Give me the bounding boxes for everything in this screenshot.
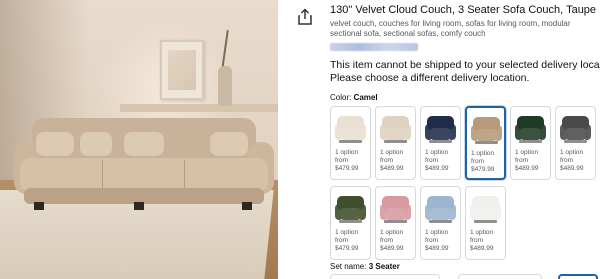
- color-swatch-white[interactable]: 1 option from $489.99: [465, 186, 506, 260]
- color-swatch-camel[interactable]: 1 option from $479.99: [465, 106, 506, 180]
- set-option[interactable]: [458, 274, 542, 279]
- swatch-price: $489.99: [515, 165, 539, 172]
- color-swatch-navy[interactable]: 1 option from $489.99: [420, 106, 461, 180]
- swatch-from-label: from: [515, 157, 528, 164]
- swatch-from-label: from: [425, 157, 438, 164]
- swatch-option-text: 1 option from: [471, 150, 494, 166]
- product-keywords: velvet couch, couches for living room, s…: [330, 19, 571, 38]
- wall-art: [160, 40, 204, 100]
- delivery-line-1: This item cannot be shipped to your sele…: [330, 59, 600, 71]
- swatch-price: $489.99: [425, 245, 449, 252]
- selected-color: Camel: [353, 93, 378, 102]
- sofa-seat: [20, 158, 268, 192]
- swatch-chair-image: [471, 117, 502, 144]
- swatch-option-text: 1 option from: [515, 149, 538, 165]
- swatch-option-count: 1 option: [380, 229, 404, 236]
- swatch-chair-image: [560, 116, 591, 143]
- swatch-from-label: from: [471, 158, 484, 165]
- color-swatch-pink[interactable]: 1 option from $489.99: [375, 186, 416, 260]
- swatch-option-count: 1 option: [425, 229, 449, 236]
- sofa-pillow: [80, 132, 112, 156]
- vase: [218, 66, 232, 106]
- swatch-from-label: from: [380, 157, 393, 164]
- sofa-illustration: [14, 118, 274, 218]
- swatch-price: $479.99: [471, 166, 495, 173]
- color-swatch-olive[interactable]: 1 option from $479.99: [330, 186, 371, 260]
- swatch-option-text: 1 option from: [335, 229, 358, 245]
- shelf: [120, 104, 278, 112]
- sofa-pillow: [36, 132, 74, 156]
- swatch-chair-image: [470, 196, 501, 223]
- swatch-option-text: 1 option from: [425, 149, 448, 165]
- color-swatch-cream[interactable]: 1 option from $479.99: [330, 106, 371, 180]
- delivery-line-2: Please choose a different delivery locat…: [330, 72, 530, 84]
- sofa-leg: [242, 202, 252, 210]
- store-link-redacted[interactable]: [330, 43, 418, 51]
- color-label: Color:: [330, 93, 352, 102]
- color-swatch-gray[interactable]: 1 option from $489.99: [555, 106, 596, 180]
- swatch-option-text: 1 option from: [425, 229, 448, 245]
- swatch-price: $479.99: [335, 165, 359, 172]
- swatch-option-count: 1 option: [335, 149, 359, 156]
- swatch-chair-image: [335, 116, 366, 143]
- set-name-row: Set name: 3 Seater: [330, 262, 400, 271]
- product-title: 130" Velvet Cloud Couch, 3 Seater Sofa C…: [330, 4, 597, 16]
- sofa-leg: [134, 202, 144, 210]
- color-label-row: Color: Camel: [330, 93, 600, 102]
- color-swatch-beige[interactable]: 1 option from $489.99: [375, 106, 416, 180]
- swatch-chair-image: [380, 196, 411, 223]
- swatch-from-label: from: [380, 237, 393, 244]
- swatch-from-label: from: [335, 157, 348, 164]
- swatch-option-count: 1 option: [380, 149, 404, 156]
- set-name-options: [330, 274, 600, 279]
- swatch-from-label: from: [470, 237, 483, 244]
- swatch-chair-image: [380, 116, 411, 143]
- sofa-seam: [184, 160, 185, 188]
- swatch-from-label: from: [335, 237, 348, 244]
- sofa-pillow: [124, 132, 164, 156]
- swatch-price: $489.99: [425, 165, 449, 172]
- swatch-option-count: 1 option: [471, 150, 495, 157]
- swatch-option-text: 1 option from: [470, 229, 493, 245]
- sofa-leg: [34, 202, 44, 210]
- set-option[interactable]: [330, 274, 440, 279]
- swatch-chair-image: [425, 116, 456, 143]
- delivery-warning: This item cannot be shipped to your sele…: [330, 59, 600, 85]
- set-name-label: Set name:: [330, 262, 367, 271]
- swatch-price: $489.99: [380, 165, 404, 172]
- product-main-image[interactable]: [0, 0, 278, 279]
- swatch-option-text: 1 option from: [560, 149, 583, 165]
- swatch-price: $479.99: [335, 245, 359, 252]
- swatch-price: $489.99: [560, 165, 584, 172]
- set-option-selected[interactable]: [558, 274, 598, 279]
- share-icon[interactable]: [296, 8, 314, 26]
- swatch-option-count: 1 option: [515, 149, 539, 156]
- sofa-pillow: [210, 132, 248, 156]
- swatch-option-count: 1 option: [335, 229, 359, 236]
- swatch-price: $489.99: [380, 245, 404, 252]
- swatch-chair-image: [515, 116, 546, 143]
- swatch-option-count: 1 option: [425, 149, 449, 156]
- swatch-chair-image: [425, 196, 456, 223]
- swatch-option-text: 1 option from: [335, 149, 358, 165]
- sofa-seam: [102, 160, 103, 188]
- swatch-chair-image: [335, 196, 366, 223]
- swatch-option-count: 1 option: [470, 229, 494, 236]
- swatch-price: $489.99: [470, 245, 494, 252]
- sofa-base: [24, 188, 264, 204]
- selected-set-name: 3 Seater: [368, 262, 400, 271]
- swatch-from-label: from: [560, 157, 573, 164]
- swatch-option-text: 1 option from: [380, 229, 403, 245]
- color-swatch-blue[interactable]: 1 option from $489.99: [420, 186, 461, 260]
- product-details: 130" Velvet Cloud Couch, 3 Seater Sofa C…: [330, 0, 600, 266]
- swatch-option-text: 1 option from: [380, 149, 403, 165]
- color-swatch-green[interactable]: 1 option from $489.99: [510, 106, 551, 180]
- swatch-option-count: 1 option: [560, 149, 584, 156]
- color-swatch-grid: 1 option from $479.99 1 option from $489.99 1 …: [330, 106, 600, 266]
- swatch-from-label: from: [425, 237, 438, 244]
